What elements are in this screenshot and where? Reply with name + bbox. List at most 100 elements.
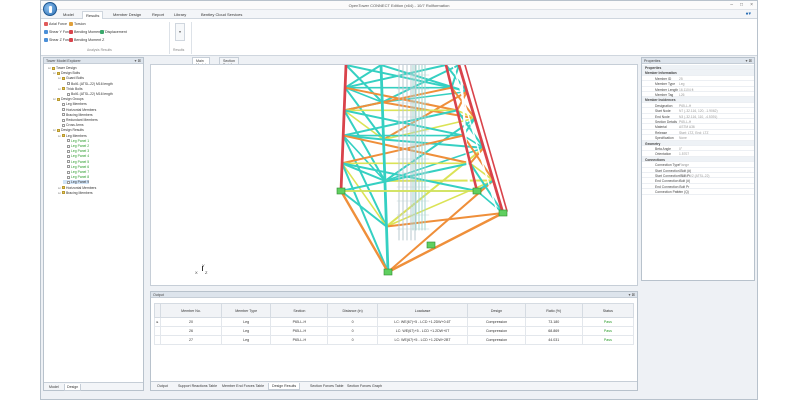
torsion-button[interactable]: Torsion [69,22,86,26]
ribbon-separator [169,22,170,54]
expand-toggle-icon[interactable]: ⊟ [58,76,61,80]
tree-item[interactable]: Leg Panel 6 [63,165,89,169]
tree-item[interactable]: Leg Panel 8 [63,175,89,179]
output-tab[interactable]: Section Forces Graph [344,383,385,389]
tree-item[interactable]: ⊟ Tower Design [48,66,77,70]
tab-bentley-cloud[interactable]: Bentley Cloud Services [201,12,242,17]
tree-item[interactable]: Cross Arms [58,123,84,127]
expand-toggle-icon[interactable]: ⊟ [58,186,61,190]
support-node[interactable] [336,187,346,195]
tab-model-bottom[interactable]: Model [47,384,61,390]
column-header[interactable]: Ratio (%) [524,303,583,318]
tree-item[interactable]: Bolt1 (ATSL-22) M16 length [63,92,113,96]
pin-icon[interactable]: ▾ ⊠ [135,58,141,63]
column-header[interactable]: Member Type [220,303,272,318]
tree-item[interactable]: Leg Panel 4 [63,154,89,158]
pin-icon[interactable]: ▾ ⊠ [629,292,635,297]
app-logo-icon[interactable] [43,2,57,16]
support-node[interactable] [472,187,482,195]
close-icon[interactable]: × [750,2,753,8]
tab-library[interactable]: Library [174,12,186,17]
table-cell: 0 [327,335,378,345]
pin-icon[interactable]: ▾ ⊠ [746,58,752,63]
tree-item[interactable]: ⊟ Design Groups [53,97,84,101]
model-viewport[interactable] [150,63,638,286]
bending-moment-z-button[interactable]: Bending Moment Z [69,38,104,42]
table-cell: Leg [220,326,272,336]
expand-toggle-icon[interactable]: ⊟ [48,66,51,70]
user-icon[interactable]: ●▾ [745,11,751,17]
tower-3d-model[interactable] [151,63,637,285]
tree-item[interactable]: Leg Panel 3 [63,149,89,153]
tree-item[interactable]: ⊟ Design Bolts [53,71,80,75]
bracing-member[interactable] [339,189,390,274]
tree-item[interactable]: ⊟ Bracing Members [58,191,93,195]
table-row[interactable]: ▸ 20 Leg P65-L-H 0 LC: WE(67)+5 - LCD +1.2DW+… [154,317,635,327]
shear-y-force-button[interactable]: Shear Y Force [44,30,72,34]
tree-item[interactable]: Leg Panel 1 [63,139,89,143]
minimize-icon[interactable]: – [730,2,733,8]
output-tab[interactable]: Output [154,383,171,389]
bracing-member[interactable] [340,190,388,228]
expand-toggle-icon[interactable]: ⊟ [58,134,61,138]
output-tabs: Output Support Reactions Table Member End … [151,381,637,390]
tree-item[interactable]: Leg Panel 5 [63,160,89,164]
tree-item[interactable]: Leg Members [58,102,87,106]
tab-model[interactable]: Model [63,12,74,17]
shear-z-force-button[interactable]: Shear Z Force [44,38,72,42]
results-dropdown-button[interactable]: ▾ [175,23,185,41]
output-tab[interactable]: Design Results [268,383,301,390]
expand-toggle-icon[interactable]: ⊟ [58,87,61,91]
tree-item[interactable]: ⊟ Leg Members [58,134,87,138]
column-header[interactable]: Design [467,303,526,318]
table-cell: P65-L-H [270,326,329,336]
expand-toggle-icon[interactable]: ⊟ [53,97,56,101]
property-row[interactable]: Connection Pattern (Q) 1 [642,189,754,195]
tree-item[interactable]: Leg Panel 7 [63,170,89,174]
tree-item[interactable]: Bracing Members [58,113,93,117]
tree-item[interactable]: ⊟ Thick Bolts [58,87,83,91]
column-header[interactable]: Loadcase [376,303,469,318]
expand-toggle-icon[interactable]: ⊟ [53,128,56,132]
table-cell: 27 [159,335,223,345]
tab-main-model[interactable]: Main Model [192,57,210,67]
tab-member-design[interactable]: Member Design [113,12,141,17]
design-results-table: Member No. Member Type Section Distance (in… [154,303,635,345]
support-node[interactable] [426,241,436,249]
item-icon [62,108,65,112]
tree-item[interactable]: ⊟ Design Results [53,128,84,132]
output-tab[interactable]: Section Forces Table [307,383,347,389]
tree-item[interactable]: Leg Panel 9 [63,180,90,185]
table-row[interactable]: 27 Leg P65-L-H 0 LC: WE(67)+5 - LCD +1.2DW+2… [154,335,635,345]
table-cell: LC: WE(67)+5 - LCD +1.2DW+0.6T [376,317,469,327]
output-header: Output ▾ ⊠ [151,292,637,298]
expand-toggle-icon[interactable]: ⊟ [53,71,56,75]
tree-item[interactable]: Bolt1 (ATSL-22) M16 length [63,82,113,86]
tree-item[interactable]: ⊟ Guard Bolts [58,76,84,80]
tab-results[interactable]: Results [82,11,104,19]
output-tab[interactable]: Support Reactions Table [175,383,220,389]
properties-panel: Properties ▾ ⊠ Properties Member Informati… [641,57,755,281]
tab-design-bottom[interactable]: Design [64,384,82,391]
column-header[interactable]: Member No. [159,303,223,318]
axial-force-button[interactable]: Axial Force [44,22,67,26]
expand-toggle-icon[interactable]: ⊟ [58,191,61,195]
tree-item[interactable]: ⊟ Horizontal Members [58,186,96,190]
column-header[interactable]: Status [581,303,635,318]
support-node[interactable] [498,209,508,217]
column-header[interactable]: Section [270,303,329,318]
tab-section-detail[interactable]: Section Detail [219,57,239,67]
output-tab[interactable]: Member End Forces Table [219,383,267,389]
support-node[interactable] [383,268,393,276]
tab-report[interactable]: Report [152,12,164,17]
tree-item[interactable]: Horizontal Members [58,108,96,112]
column-header[interactable]: Distance (in) [327,303,378,318]
maximize-icon[interactable]: □ [740,2,743,8]
tree-item[interactable]: Redundant Members [58,118,98,122]
table-row[interactable]: 26 Leg P65-L-H 0 LC: WE(67)+5 - LCD +1.2DW+0… [154,326,635,336]
tree-item[interactable]: Leg Panel 2 [63,144,89,148]
displacement-button[interactable]: Displacement [100,30,127,34]
explorer-header: Tower Model Explorer ▾ ⊠ [44,58,143,64]
item-icon [67,82,70,86]
results-group-label: Results [173,48,185,52]
